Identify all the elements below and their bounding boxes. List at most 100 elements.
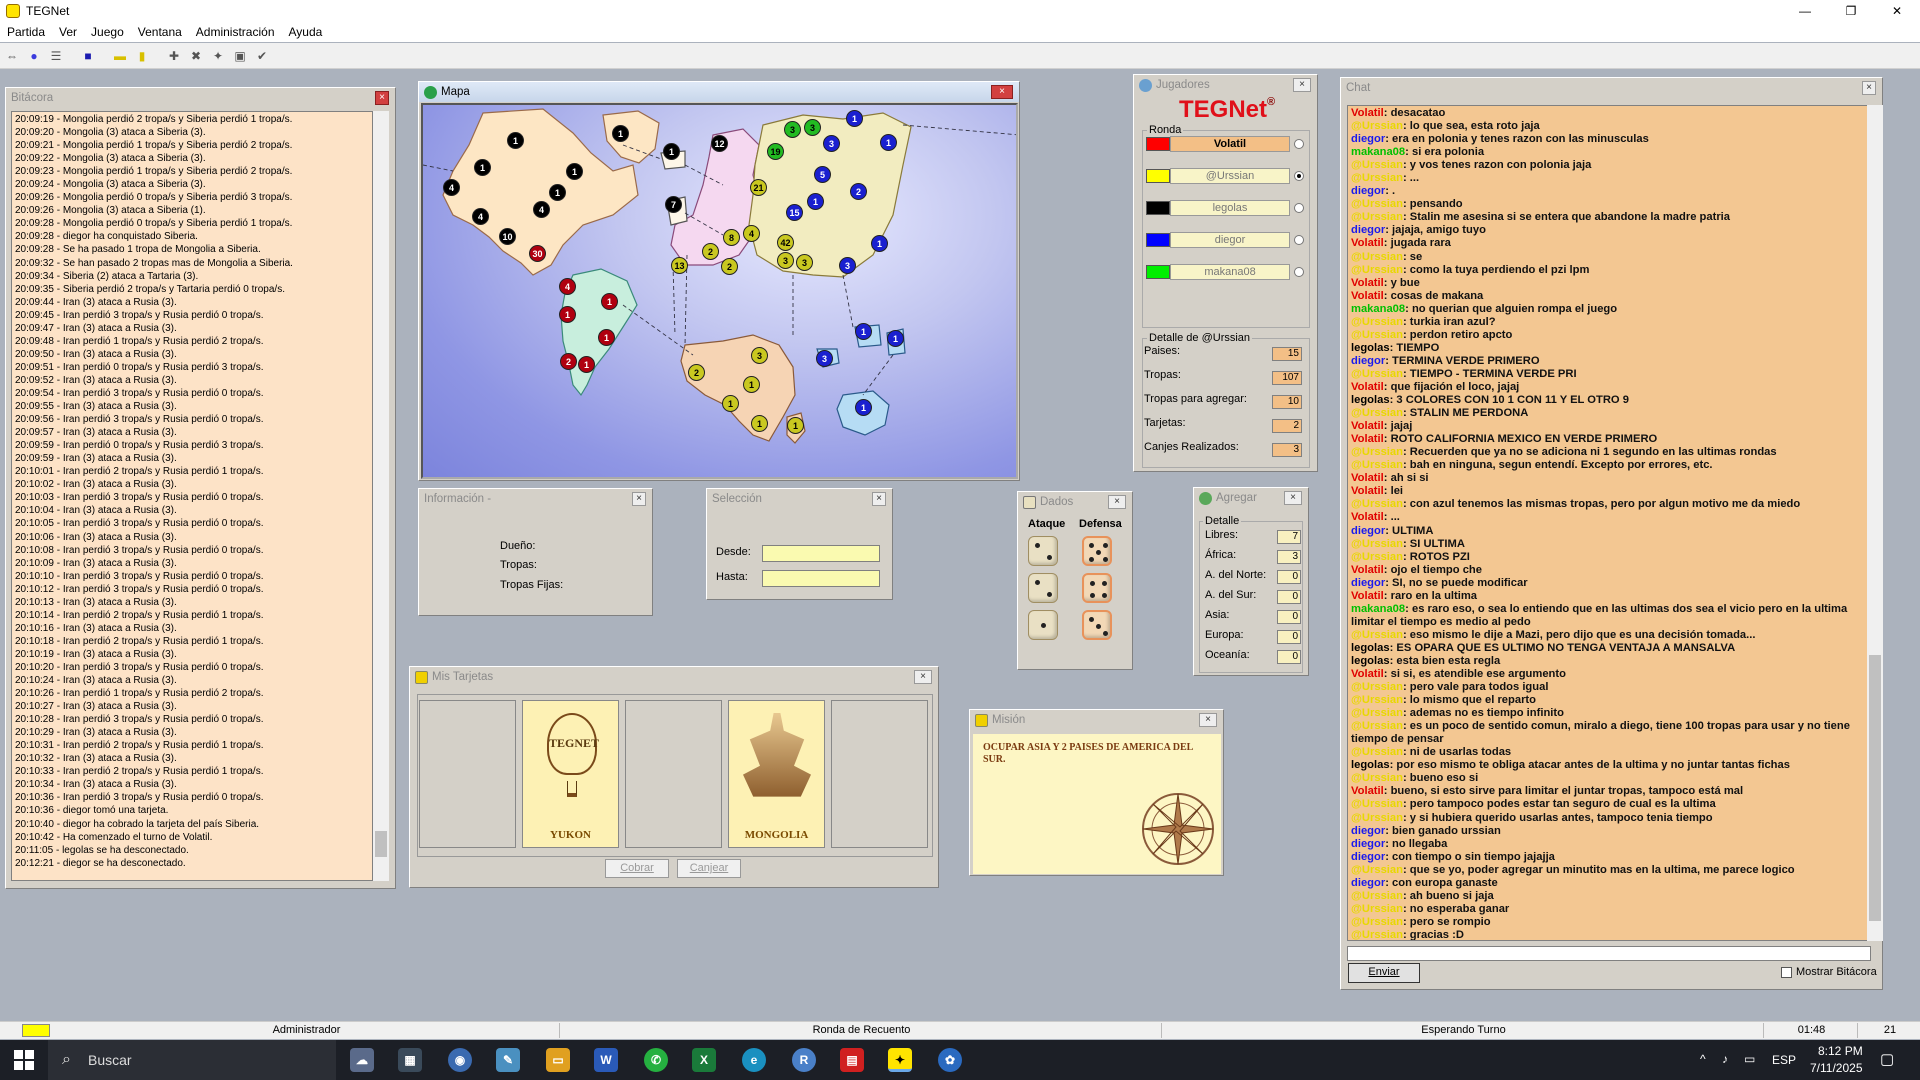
notifications-icon[interactable]: ▢ [1880,1050,1894,1068]
army-token[interactable]: 2 [702,243,719,260]
player-name[interactable]: diegor [1170,232,1290,248]
list-icon[interactable]: ☰ [46,46,66,66]
army-token[interactable]: 42 [777,234,794,251]
army-token[interactable]: 1 [598,329,615,346]
minimize-button[interactable]: — [1782,0,1828,22]
pdf-app-icon[interactable]: ▤ [840,1048,864,1072]
clock-date[interactable]: 7/11/2025 [1810,1061,1863,1075]
army-token[interactable]: 3 [839,257,856,274]
whatsapp-app-icon[interactable]: ✆ [644,1048,668,1072]
game-app-icon[interactable]: ✿ [938,1048,962,1072]
player-name[interactable]: Volatil [1170,136,1290,152]
world-map[interactable]: 1 1 1 1 4 1 4 4 10 30 1 7 12 4 1 1 1 2 1 1 3 3 3 1 19 5 2 21 1 15 4 8 42… [421,103,1018,479]
army-token[interactable]: 1 [751,415,768,432]
edge-app-icon[interactable]: e [742,1048,766,1072]
card-icon[interactable]: ▬ [110,46,130,66]
army-token[interactable]: 2 [721,258,738,275]
excel-app-icon[interactable]: X [692,1048,716,1072]
player-radio[interactable] [1294,171,1304,181]
r-app-icon[interactable]: R [792,1048,816,1072]
army-token[interactable]: 30 [529,245,546,262]
close-icon[interactable]: × [872,492,886,506]
army-token[interactable]: 1 [722,395,739,412]
mostrar-bitacora-checkbox[interactable] [1781,967,1792,978]
africa[interactable] [680,334,796,442]
taskbar-search[interactable]: ⌕ Buscar [48,1040,336,1080]
army-token[interactable]: 7 [665,196,682,213]
army-token[interactable]: 1 [855,399,872,416]
browser-app-icon[interactable]: ◉ [448,1048,472,1072]
army-token[interactable]: 1 [855,323,872,340]
windows-start-icon[interactable] [14,1050,34,1070]
close-icon[interactable]: × [991,85,1013,99]
country-card[interactable]: TEGNET YUKON [522,700,619,848]
army-token[interactable]: 1 [846,110,863,127]
army-token[interactable]: 8 [723,229,740,246]
close-icon[interactable]: × [1199,713,1217,727]
army-token[interactable]: 1 [887,330,904,347]
attack-icon[interactable]: ✖ [186,46,206,66]
army-token[interactable]: 4 [472,208,489,225]
army-token[interactable]: 1 [612,125,629,142]
word-app-icon[interactable]: W [594,1048,618,1072]
army-token[interactable]: 1 [549,184,566,201]
army-token[interactable]: 19 [767,143,784,160]
army-token[interactable]: 1 [663,143,680,160]
end-turn-icon[interactable]: ✔ [252,46,272,66]
army-token[interactable]: 1 [474,159,491,176]
army-token[interactable]: 2 [850,183,867,200]
file-explorer-icon[interactable]: ▭ [546,1048,570,1072]
menu-administracion[interactable]: Administración [189,25,282,39]
army-token[interactable]: 4 [559,278,576,295]
army-token[interactable]: 21 [750,179,767,196]
connect-icon[interactable]: ⇔ [2,46,22,66]
weather-app-icon[interactable]: ☁ [350,1048,374,1072]
close-window-button[interactable]: ✕ [1874,0,1920,22]
cards-icon[interactable]: ▮ [132,46,152,66]
menu-juego[interactable]: Juego [84,25,131,39]
army-token[interactable]: 3 [751,347,768,364]
player-radio[interactable] [1294,267,1304,277]
army-token[interactable]: 1 [807,193,824,210]
calculator-app-icon[interactable]: ▦ [398,1048,422,1072]
player-radio[interactable] [1294,203,1304,213]
chat-scrollbar[interactable] [1867,105,1883,941]
network-icon[interactable]: ▭ [1744,1052,1755,1066]
chat-scroll-thumb[interactable] [1869,655,1881,921]
menu-ver[interactable]: Ver [52,25,84,39]
cobrar-button[interactable]: Cobrar [605,859,669,878]
close-icon[interactable]: × [914,670,932,684]
menu-partida[interactable]: Partida [0,25,52,39]
empty-card-slot[interactable] [625,700,722,848]
player-radio[interactable] [1294,235,1304,245]
canjear-button[interactable]: Canjear [677,859,741,878]
army-token[interactable]: 3 [784,121,801,138]
army-token[interactable]: 3 [796,254,813,271]
army-token[interactable]: 3 [804,119,821,136]
army-token[interactable]: 15 [786,204,803,221]
volume-icon[interactable]: ♪ [1722,1052,1728,1066]
close-icon[interactable]: × [632,492,646,506]
empty-card-slot[interactable] [831,700,928,848]
army-token[interactable]: 2 [560,353,577,370]
settings-icon[interactable]: ✦ [208,46,228,66]
bitacora-scroll-thumb[interactable] [375,831,387,857]
army-token[interactable]: 3 [823,135,840,152]
army-token[interactable]: 4 [533,201,550,218]
enviar-button[interactable]: Enviar [1348,963,1420,983]
player-radio[interactable] [1294,139,1304,149]
hasta-field[interactable] [762,570,880,587]
close-icon[interactable]: × [1293,78,1311,92]
tegnet-taskbar-icon[interactable]: ✦ [888,1048,912,1072]
close-icon[interactable]: × [1862,81,1876,95]
army-token[interactable]: 1 [507,132,524,149]
army-token[interactable]: 1 [787,417,804,434]
player-name[interactable]: @Urssian [1170,168,1290,184]
close-icon[interactable]: × [375,91,389,105]
desde-field[interactable] [762,545,880,562]
close-icon[interactable]: × [1108,495,1126,509]
army-token[interactable]: 1 [566,163,583,180]
army-token[interactable]: 1 [871,235,888,252]
globe-icon[interactable]: ● [24,46,44,66]
army-token[interactable]: 4 [743,225,760,242]
